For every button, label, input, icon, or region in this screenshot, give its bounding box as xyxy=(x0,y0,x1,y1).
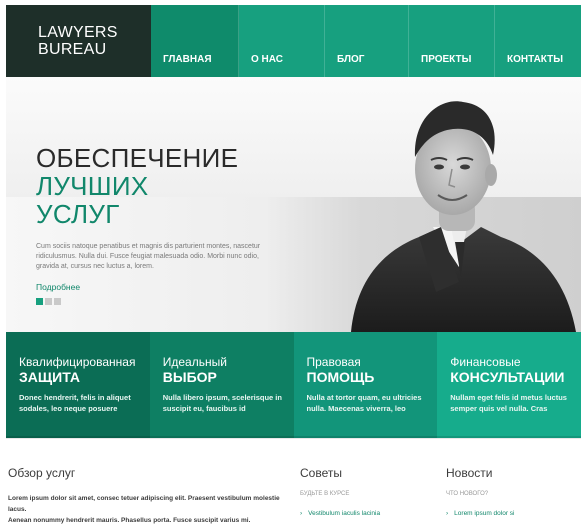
news-section: Новости ЧТО НОВОГО? › Lorem ipsum dolor s… xyxy=(446,466,581,517)
slider-dots xyxy=(36,298,61,305)
nav-item-projects[interactable]: ПРОЕКТЫ xyxy=(409,5,495,77)
hero-title-line-1: ОБЕСПЕЧЕНИЕ xyxy=(36,143,239,173)
hero-title-line-3: УСЛУГ xyxy=(36,199,120,229)
news-heading: Новости xyxy=(446,466,493,480)
tips-link[interactable]: › Vestibulum iaculis lacinia xyxy=(300,510,430,517)
feature-box-title: ВЫБОР xyxy=(162,369,217,385)
services-heading: Обзор услуг xyxy=(8,466,76,480)
hero-text: Cum sociis natoque penatibus et magnis d… xyxy=(36,243,261,270)
feature-box-title: ПОМОЩЬ xyxy=(306,369,375,385)
tips-subheading: БУДЬТЕ В КУРСЕ xyxy=(300,491,350,497)
nav-item-about[interactable]: О НАС xyxy=(239,5,325,77)
feature-box-top: Идеальный xyxy=(162,355,227,369)
logo-line-1: LAWYERS xyxy=(38,24,118,41)
nav-item-home[interactable]: ГЛАВНАЯ xyxy=(151,5,239,77)
slider-dot-1[interactable] xyxy=(36,298,43,305)
feature-box-text: Nullam eget felis id metus luctus semper… xyxy=(450,393,567,413)
nav-item-blog[interactable]: БЛОГ xyxy=(325,5,409,77)
hero-title: ОБЕСПЕЧЕНИЕ ЛУЧШИХ УСЛУГ xyxy=(36,144,238,228)
feature-box-top: Квалифицированная xyxy=(19,355,136,369)
services-text-line-1: Lorem ipsum dolor sit amet, consec tetue… xyxy=(8,495,280,513)
news-link-label: Lorem ipsum dolor si xyxy=(454,510,515,517)
lawyer-portrait xyxy=(351,101,576,332)
services-text-line-2: Aenean nonummy hendrerit mauris. Phasell… xyxy=(8,517,251,524)
feature-box-top: Правовая xyxy=(306,355,361,369)
hero-slider: ОБЕСПЕЧЕНИЕ ЛУЧШИХ УСЛУГ Cum sociis nato… xyxy=(6,77,581,332)
slider-dot-2[interactable] xyxy=(45,298,52,305)
logo-line-2: BUREAU xyxy=(38,41,107,58)
tips-heading: Советы xyxy=(300,466,342,480)
services-section: Обзор услуг Lorem ipsum dolor sit amet, … xyxy=(8,466,288,526)
services-text: Lorem ipsum dolor sit amet, consec tetue… xyxy=(8,493,288,526)
slider-dot-3[interactable] xyxy=(54,298,61,305)
main-nav: ГЛАВНАЯ О НАС БЛОГ ПРОЕКТЫ КОНТАКТЫ xyxy=(151,5,581,77)
feature-box-text: Donec hendrerit, felis in aliquet sodale… xyxy=(19,393,131,413)
news-subheading: ЧТО НОВОГО? xyxy=(446,491,489,497)
feature-box-choice[interactable]: Идеальный ВЫБОР Nulla libero ipsum, scel… xyxy=(149,332,294,438)
feature-box-help[interactable]: Правовая ПОМОЩЬ Nulla at tortor quam, eu… xyxy=(293,332,438,438)
feature-box-text: Nulla libero ipsum, scelerisque in susci… xyxy=(162,393,282,413)
feature-box-title: КОНСУЛЬТАЦИИ xyxy=(450,369,565,385)
chevron-right-icon: › xyxy=(446,510,449,517)
chevron-right-icon: › xyxy=(300,510,303,517)
feature-box-protection[interactable]: Квалифицированная ЗАЩИТА Donec hendrerit… xyxy=(6,332,150,438)
feature-boxes: Квалифицированная ЗАЩИТА Donec hendrerit… xyxy=(6,332,581,438)
site-header: LAWYERS BUREAU ГЛАВНАЯ О НАС БЛОГ ПРОЕКТ… xyxy=(6,5,581,77)
hero-title-line-2: ЛУЧШИХ xyxy=(36,171,149,201)
nav-item-contacts[interactable]: КОНТАКТЫ xyxy=(495,5,581,77)
feature-box-consulting[interactable]: Финансовые КОНСУЛЬТАЦИИ Nullam eget feli… xyxy=(437,332,581,438)
feature-box-text: Nulla at tortor quam, eu ultricies nulla… xyxy=(306,393,422,413)
hero-more-link[interactable]: Подробнее xyxy=(36,282,80,292)
news-link[interactable]: › Lorem ipsum dolor si xyxy=(446,510,581,517)
section-divider xyxy=(6,438,581,439)
feature-box-title: ЗАЩИТА xyxy=(19,369,80,385)
feature-box-top: Финансовые xyxy=(450,355,521,369)
tips-section: Советы БУДЬТЕ В КУРСЕ › Vestibulum iaculi… xyxy=(300,466,430,517)
tips-link-label: Vestibulum iaculis lacinia xyxy=(308,510,381,517)
logo[interactable]: LAWYERS BUREAU xyxy=(6,5,151,77)
